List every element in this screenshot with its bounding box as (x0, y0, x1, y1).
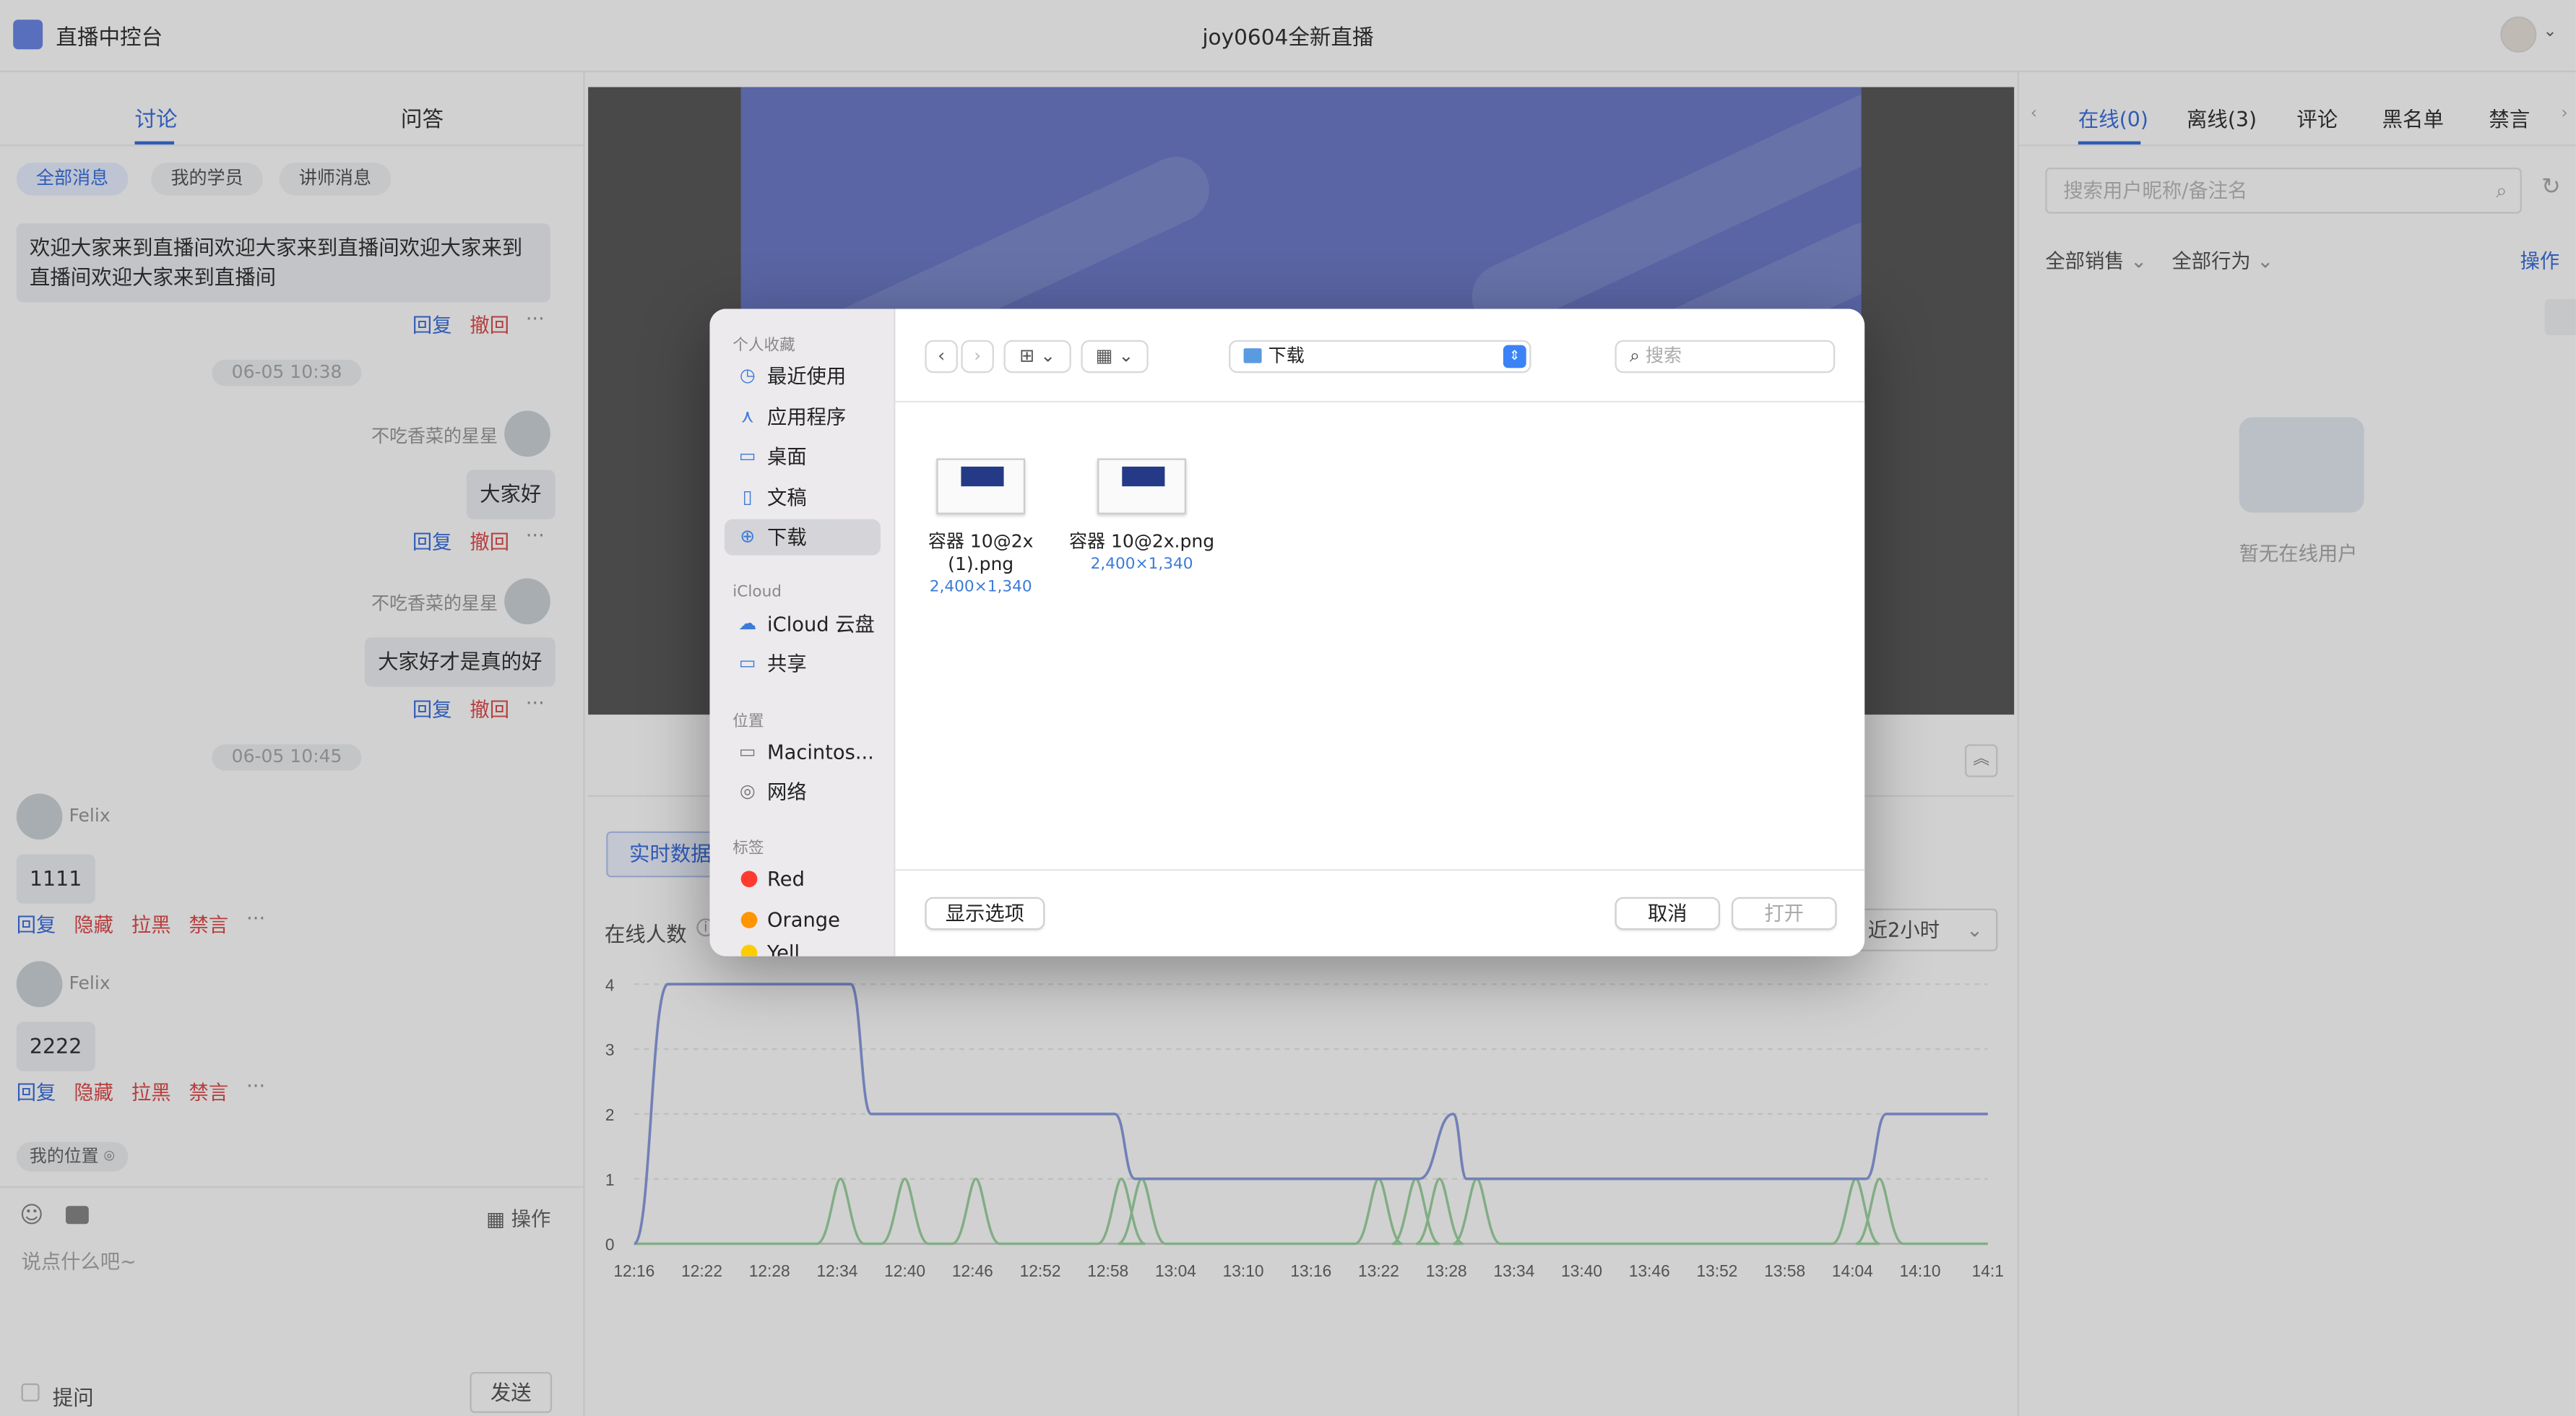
group-button[interactable]: ▦ ⌄ (1081, 340, 1149, 374)
section-locations: 位置 (732, 713, 764, 732)
file-item[interactable]: 容器 10@2x (1).png 2,400×1,340 (907, 458, 1055, 597)
sidebar-item-recents[interactable]: ◷ 最近使用 (725, 358, 881, 394)
desktop-icon: ▭ (738, 445, 756, 467)
file-dimensions: 2,400×1,340 (929, 578, 1032, 597)
sidebar-item-label: 下载 (767, 525, 807, 549)
tag-orange[interactable]: Orange (725, 902, 881, 938)
tag-dot (740, 912, 758, 928)
document-icon: ▯ (742, 486, 753, 508)
forward-button[interactable]: › (961, 340, 994, 374)
tag-dot (740, 944, 758, 957)
tag-label: Red (767, 867, 805, 891)
folder-icon (1243, 348, 1262, 363)
tag-yellow[interactable]: Yell (725, 940, 881, 957)
apps-icon: ⋏ (740, 405, 754, 428)
folder-name: 下载 (1268, 345, 1305, 367)
view-grid-button[interactable]: ⊞ ⌄ (1003, 340, 1071, 374)
section-tags: 标签 (732, 839, 764, 858)
folder-select[interactable]: 下载 ⇕ (1229, 340, 1531, 374)
dialog-search-input[interactable]: ⌕ 搜索 (1615, 340, 1836, 374)
section-icloud: iCloud (732, 583, 782, 602)
sidebar-item-documents[interactable]: ▯ 文稿 (725, 480, 881, 516)
globe-icon: ◎ (739, 780, 756, 802)
shared-folder-icon: ▭ (738, 652, 756, 674)
up-down-chevron-icon: ⇕ (1503, 345, 1526, 368)
tag-red[interactable]: Red (725, 861, 881, 897)
file-dimensions: 2,400×1,340 (1090, 555, 1193, 574)
sidebar-item-icloud-drive[interactable]: ☁ iCloud 云盘 (725, 606, 881, 642)
tag-label: Yell (767, 941, 800, 957)
clock-icon: ◷ (739, 364, 756, 387)
cloud-icon: ☁ (738, 613, 757, 634)
sidebar-item-macintosh[interactable]: ▭ Macintos... (725, 735, 881, 771)
dialog-footer: 显示选项 取消 打开 (895, 869, 1865, 957)
tag-label: Orange (767, 908, 840, 932)
sidebar-item-shared[interactable]: ▭ 共享 (725, 646, 881, 682)
sidebar-item-desktop[interactable]: ▭ 桌面 (725, 439, 881, 475)
search-icon: ⌕ (1630, 345, 1641, 367)
sidebar-item-network[interactable]: ◎ 网络 (725, 774, 881, 810)
file-name: 容器 10@2x.png (1069, 530, 1215, 553)
tag-dot (740, 871, 758, 888)
cancel-button[interactable]: 取消 (1615, 897, 1721, 931)
file-item[interactable]: 容器 10@2x.png 2,400×1,340 (1068, 458, 1216, 574)
disk-icon: ▭ (738, 741, 756, 763)
sidebar-item-label: iCloud 云盘 (767, 613, 875, 636)
file-name: 容器 10@2x (1).png (928, 530, 1034, 575)
sidebar-item-label: 共享 (767, 652, 807, 675)
back-button[interactable]: ‹ (925, 340, 958, 374)
sidebar-item-applications[interactable]: ⋏ 应用程序 (725, 400, 881, 436)
section-favorites: 个人收藏 (732, 337, 795, 355)
dialog-sidebar: 个人收藏 ◷ 最近使用 ⋏ 应用程序 ▭ 桌面 ▯ 文稿 ⊕ 下载 iCloud ☁ iCl… (709, 308, 896, 957)
sidebar-item-label: 文稿 (767, 486, 807, 510)
sidebar-item-label: 应用程序 (767, 405, 847, 429)
sidebar-item-label: 网络 (767, 780, 807, 804)
dialog-search-placeholder: 搜索 (1646, 345, 1682, 367)
sidebar-item-label: Macintos... (767, 741, 874, 764)
show-options-button[interactable]: 显示选项 (925, 897, 1045, 931)
sidebar-item-downloads[interactable]: ⊕ 下载 (724, 519, 881, 556)
sidebar-item-label: 桌面 (767, 445, 807, 469)
open-button[interactable]: 打开 (1732, 897, 1837, 931)
sidebar-item-label: 最近使用 (767, 364, 847, 388)
file-open-dialog: 个人收藏 ◷ 最近使用 ⋏ 应用程序 ▭ 桌面 ▯ 文稿 ⊕ 下载 iCloud ☁ iCl… (709, 308, 1865, 957)
download-icon: ⊕ (740, 525, 756, 548)
file-thumbnail (936, 458, 1026, 514)
file-thumbnail (1097, 458, 1186, 514)
file-grid: 容器 10@2x (1).png 2,400×1,340 容器 10@2x.pn… (895, 400, 1865, 870)
